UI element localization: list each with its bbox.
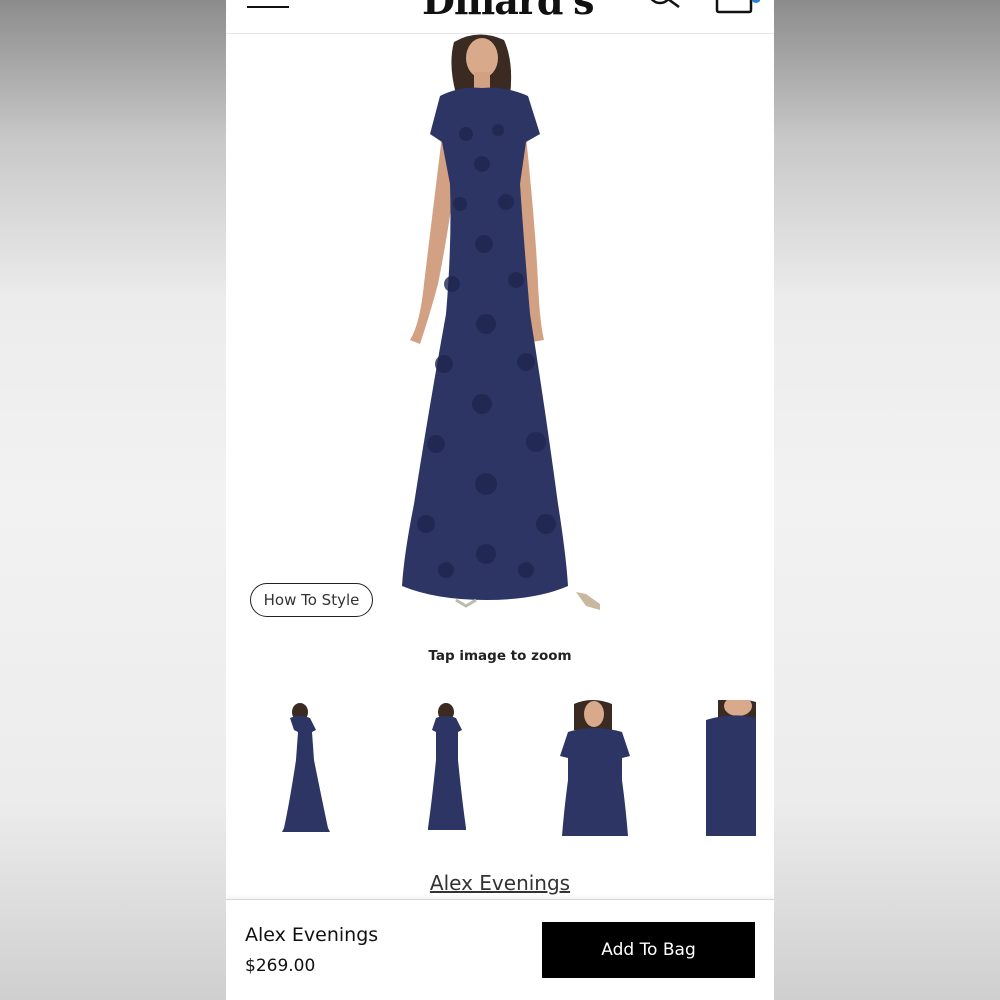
product-thumbnail[interactable] xyxy=(276,700,336,842)
menu-icon[interactable] xyxy=(247,0,291,14)
product-thumbnail[interactable] xyxy=(424,700,474,842)
product-main-image[interactable] xyxy=(386,34,646,614)
product-price: $269.00 xyxy=(245,956,316,976)
zoom-hint: Tap image to zoom xyxy=(428,648,572,664)
product-thumbnail[interactable] xyxy=(704,700,756,842)
sticky-purchase-bar: Alex Evenings $269.00 Add To Bag xyxy=(226,899,774,1000)
add-to-bag-button[interactable]: Add To Bag xyxy=(542,922,755,978)
product-brand: Alex Evenings xyxy=(245,924,379,946)
store-logo[interactable]: Dillard's xyxy=(422,0,594,23)
product-thumbnail[interactable] xyxy=(556,700,636,842)
search-icon[interactable] xyxy=(646,0,686,14)
brand-link[interactable]: Alex Evenings xyxy=(226,871,774,895)
top-header: Dillard's xyxy=(226,0,774,34)
shopping-bag-icon[interactable] xyxy=(714,0,761,16)
product-page: Dillard's How To Style Tap image to zoom… xyxy=(226,0,774,1000)
thumbnail-carousel[interactable] xyxy=(226,700,774,842)
how-to-style-button[interactable]: How To Style xyxy=(250,583,373,617)
